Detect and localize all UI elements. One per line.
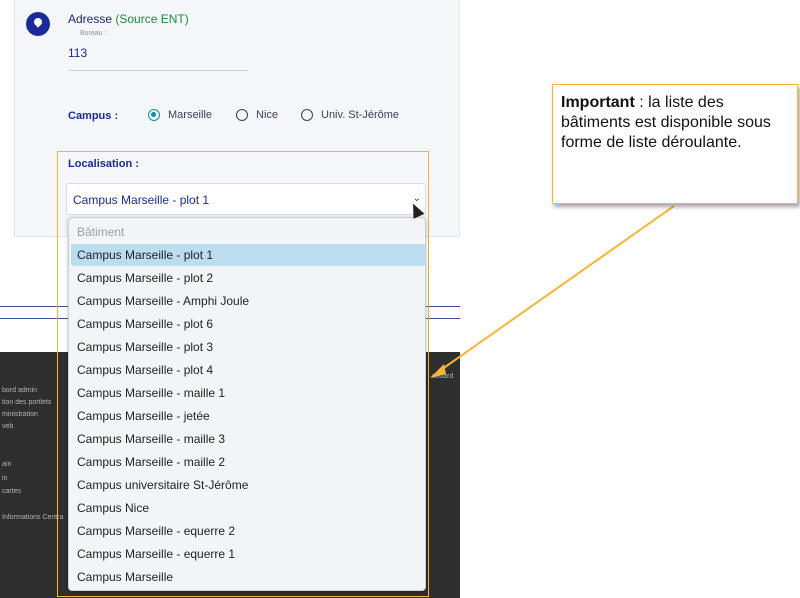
dropdown-option[interactable]: Campus Marseille - plot 6 — [71, 313, 425, 335]
footer-link[interactable]: in — [2, 475, 7, 482]
bureau-field[interactable]: 113 — [68, 46, 87, 60]
footer-link[interactable]: Informations Centra — [2, 514, 63, 521]
address-source: (Source ENT) — [115, 12, 189, 26]
location-pin-icon — [26, 12, 50, 36]
dropdown-option[interactable]: Campus Marseille - maille 2 — [71, 451, 425, 473]
footer-link[interactable]: ain — [2, 461, 11, 468]
radio-campus-st-jerome[interactable]: Univ. St-Jérôme — [301, 109, 399, 121]
callout-bold: Important — [561, 94, 635, 111]
dropdown-placeholder: Bâtiment — [77, 225, 125, 239]
dropdown-option[interactable]: Campus Marseille — [71, 566, 425, 588]
dropdown-option[interactable]: Campus Marseille - maille 3 — [71, 428, 425, 450]
footer-link[interactable]: veb — [2, 423, 13, 430]
footer-link[interactable]: cartes — [2, 488, 21, 495]
radio-campus-marseille[interactable]: Marseille — [148, 109, 212, 121]
radio-checked-icon — [148, 109, 160, 121]
important-callout: Important : la liste des bâtiments est d… — [552, 84, 798, 204]
address-label: Adresse (Source ENT) — [68, 12, 189, 26]
dropdown-option[interactable]: Campus Marseille - jetée — [71, 405, 425, 427]
localisation-selected-value: Campus Marseille - plot 1 — [73, 193, 210, 207]
localisation-select[interactable]: Campus Marseille - plot 1 ⌄ — [66, 183, 426, 215]
dropdown-option[interactable]: Campus universitaire St-Jérôme — [71, 474, 425, 496]
localisation-dropdown-list: Bâtiment Campus Marseille - plot 1 Campu… — [68, 217, 426, 591]
radio-campus-nice[interactable]: Nice — [236, 109, 278, 121]
bureau-underline — [68, 70, 248, 71]
dropdown-option[interactable]: Campus Marseille - plot 2 — [71, 267, 425, 289]
localisation-label: Localisation : — [68, 158, 139, 170]
footer-link[interactable]: ministration — [2, 411, 38, 418]
page: Adresse (Source ENT) Bureau : 113 Campus… — [0, 0, 800, 598]
dropdown-option[interactable]: Campus Marseille - plot 4 — [71, 359, 425, 381]
dropdown-option[interactable]: Campus Marseille - plot 3 — [71, 336, 425, 358]
dropdown-option[interactable]: Campus Marseille - maille 1 — [71, 382, 425, 404]
footer-link[interactable]: sboard — [432, 373, 453, 380]
campus-label: Campus : — [68, 110, 119, 122]
footer-link[interactable]: bord admin — [2, 387, 37, 394]
radio-unchecked-icon — [236, 109, 248, 121]
dropdown-option[interactable]: Campus Marseille - Amphi Joule — [71, 290, 425, 312]
dropdown-option[interactable]: Campus Nice — [71, 497, 425, 519]
radio-unchecked-icon — [301, 109, 313, 121]
dropdown-option[interactable]: Campus Marseille - equerre 2 — [71, 520, 425, 542]
footer-link[interactable]: tion des portlets — [2, 399, 51, 406]
dropdown-option[interactable]: Campus Marseille - equerre 1 — [71, 543, 425, 565]
bureau-sublabel: Bureau : — [80, 30, 107, 37]
dropdown-option[interactable]: Campus Marseille - plot 1 — [71, 244, 425, 266]
